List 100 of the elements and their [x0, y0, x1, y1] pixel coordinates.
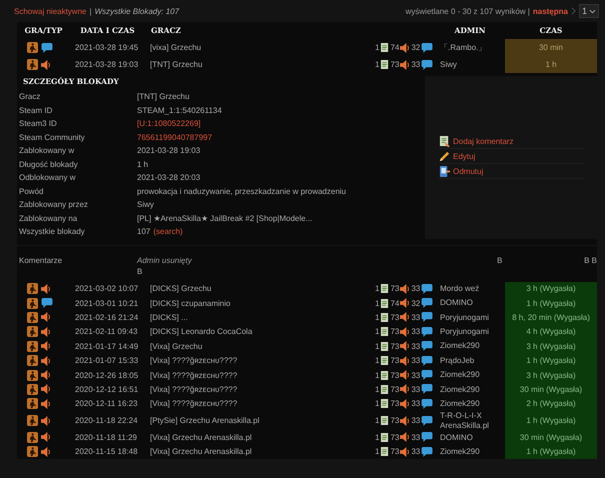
speaker-icon [400, 42, 410, 52]
count-text: 73 [390, 60, 400, 69]
chat-icon [421, 432, 434, 442]
note-icon [380, 356, 390, 366]
player-name: [Vixa] ????ğʀᴢᴇᴄʜᴜ???? [149, 384, 238, 394]
speaker-icon [41, 341, 51, 352]
speaker-icon [41, 370, 51, 380]
date-text: 2021-02-16 21:24 [74, 312, 140, 322]
chevron-icon [570, 7, 576, 15]
count-text: 1 [375, 60, 380, 69]
detail-label: Zablokowany w [18, 146, 76, 156]
speaker-icon [41, 384, 51, 394]
chat-icon [421, 42, 434, 52]
admin-name: Poryjunogami [439, 312, 490, 322]
chat-icon [421, 341, 434, 352]
player-name: [DICKS] ... [149, 312, 189, 322]
count-text: 33 [411, 342, 420, 351]
admin-name: Mordo weź [439, 284, 480, 294]
duration-cell: 3 h (Wygasła) [505, 282, 597, 296]
count-text: 74 [390, 43, 400, 52]
speaker-icon [400, 326, 410, 337]
admin-name: 「.Rambo.」 [439, 42, 488, 52]
count-text: 33 [411, 284, 420, 294]
action-link[interactable]: Edytuj [453, 152, 476, 160]
comments-label: Komentarze [19, 256, 64, 266]
count-text: 1 [375, 370, 380, 380]
game-icon [27, 326, 38, 338]
count-text: 1 [375, 284, 380, 294]
duration-cell: 30 min (Wygasła) [505, 382, 597, 397]
admin-name: Ziomek290 [439, 446, 481, 457]
date-text: 2021-02-11 09:43 [74, 327, 139, 336]
duration-cell: 1 h [505, 56, 597, 73]
speaker-icon [41, 356, 51, 366]
chat-icon [421, 416, 434, 426]
count-text: 1 [375, 384, 380, 394]
count-text: 1 [375, 312, 380, 322]
detail-value: STEAM_1:1:540261134 [137, 106, 222, 115]
chat-icon [41, 42, 53, 52]
count-text: 1 [375, 432, 380, 442]
date-text: 2021-01-07 15:33 [74, 356, 140, 366]
admin-name: Ziomek290 [439, 370, 481, 380]
action-link[interactable]: Odmutuj [453, 166, 484, 176]
count-text: 73 [390, 447, 400, 456]
count-text: 1 [375, 43, 380, 52]
date-text: 2021-03-02 10:07 [74, 284, 140, 294]
duration-cell: 30 min [505, 39, 597, 56]
action-link[interactable]: Dodaj komentarz [453, 136, 514, 146]
speaker-icon [400, 312, 410, 322]
search-link[interactable]: (search) [153, 227, 183, 236]
caret-icon [589, 8, 596, 14]
speaker-icon [41, 416, 51, 426]
speaker-icon [400, 341, 410, 352]
total-bans-text: Wszystkie Blokady: 107 [94, 6, 180, 16]
game-icon [27, 59, 38, 70]
chat-icon [421, 398, 434, 409]
game-icon [27, 340, 38, 352]
detail-label: Odblokowany w [18, 173, 76, 182]
speaker-icon [41, 284, 51, 294]
count-text: 33 [411, 327, 420, 336]
comment-text: B [137, 266, 144, 276]
date-text: 2020-12-26 18:05 [74, 370, 140, 380]
count-text: 74 [390, 298, 400, 308]
chat-icon [421, 326, 434, 337]
note-icon [380, 447, 390, 456]
date-text: 2020-12-12 16:51 [74, 384, 140, 394]
detail-link[interactable]: [U:1:1080522269] [137, 119, 201, 128]
note-icon [380, 399, 390, 408]
duration-cell: 1 h (Wygasła) [505, 296, 597, 310]
date-text: 2021-03-28 19:03 [74, 60, 140, 69]
next-page-link[interactable]: następna [532, 6, 568, 16]
speaker-icon [400, 370, 410, 380]
note-icon [380, 342, 390, 351]
speaker-icon [41, 326, 51, 337]
count-text: 33 [411, 399, 420, 408]
date-text: 2021-03-28 19:45 [74, 43, 140, 52]
date-text: 2020-11-18 22:24 [74, 416, 139, 426]
count-text: 73 [390, 312, 400, 322]
detail-link[interactable]: 76561199040787997 [137, 132, 212, 142]
admin-name: Ziomek290 [439, 399, 481, 409]
speaker-icon [400, 384, 410, 394]
game-icon [27, 42, 38, 53]
speaker-icon [41, 432, 51, 442]
duration-cell: 30 min (Wygasła) [505, 430, 597, 445]
admin-name: Ziomek290 [439, 341, 481, 352]
player-name: [TNT] Grzechu [149, 60, 204, 69]
speaker-icon [41, 398, 51, 409]
detail-label: Steam3 ID [18, 119, 58, 128]
speaker-icon [400, 416, 410, 426]
phone-icon [439, 166, 450, 176]
chat-icon [421, 370, 434, 380]
detail-value: 2021-03-28 20:03 [137, 173, 200, 182]
duration-cell: 1 h (Wygasła) [505, 444, 597, 459]
count-text: 73 [390, 416, 400, 426]
detail-value: prowokacja i naduzywanie, przeszkadzanie w prowadzeniu [137, 186, 346, 196]
count-text: 73 [390, 399, 400, 408]
date-text: 2020-11-18 11:29 [74, 432, 138, 442]
note-icon [380, 284, 390, 294]
page-select[interactable]: 1 [578, 4, 599, 18]
detail-value: [TNT] Grzechu [137, 92, 190, 102]
count-text: 1 [375, 356, 380, 366]
